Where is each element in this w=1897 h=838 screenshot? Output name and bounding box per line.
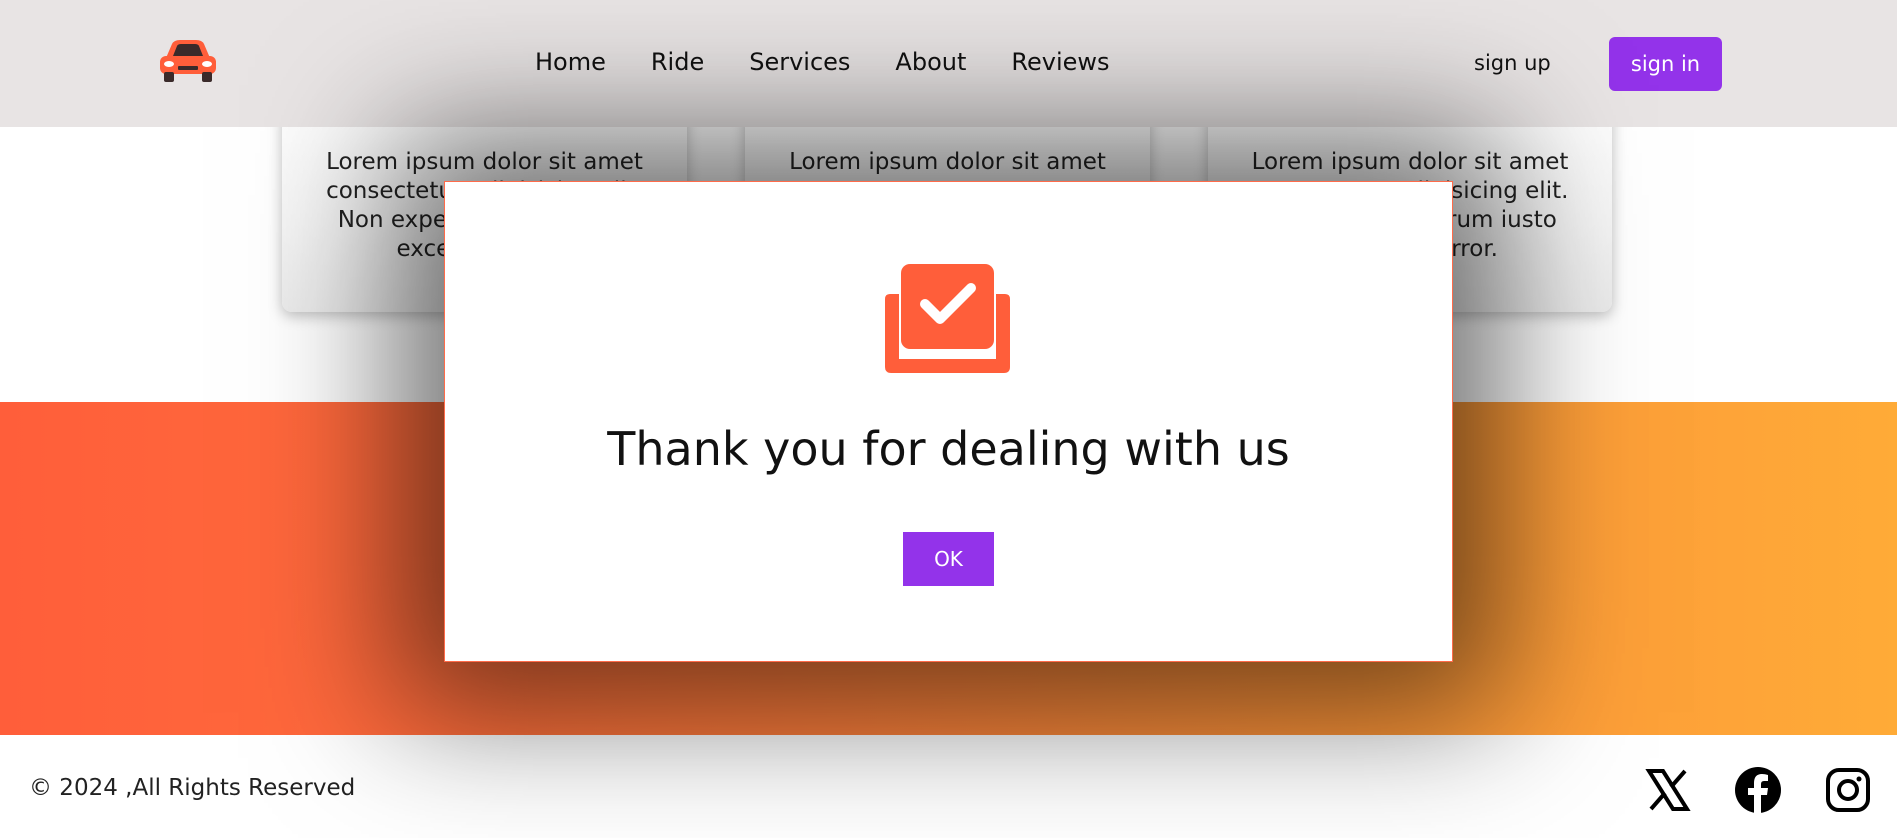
ok-button[interactable]: OK [903, 532, 994, 586]
modal-title: Thank you for dealing with us [607, 422, 1290, 476]
thank-you-modal: Thank you for dealing with us OK [444, 181, 1453, 662]
check-tray-icon [879, 264, 1016, 373]
